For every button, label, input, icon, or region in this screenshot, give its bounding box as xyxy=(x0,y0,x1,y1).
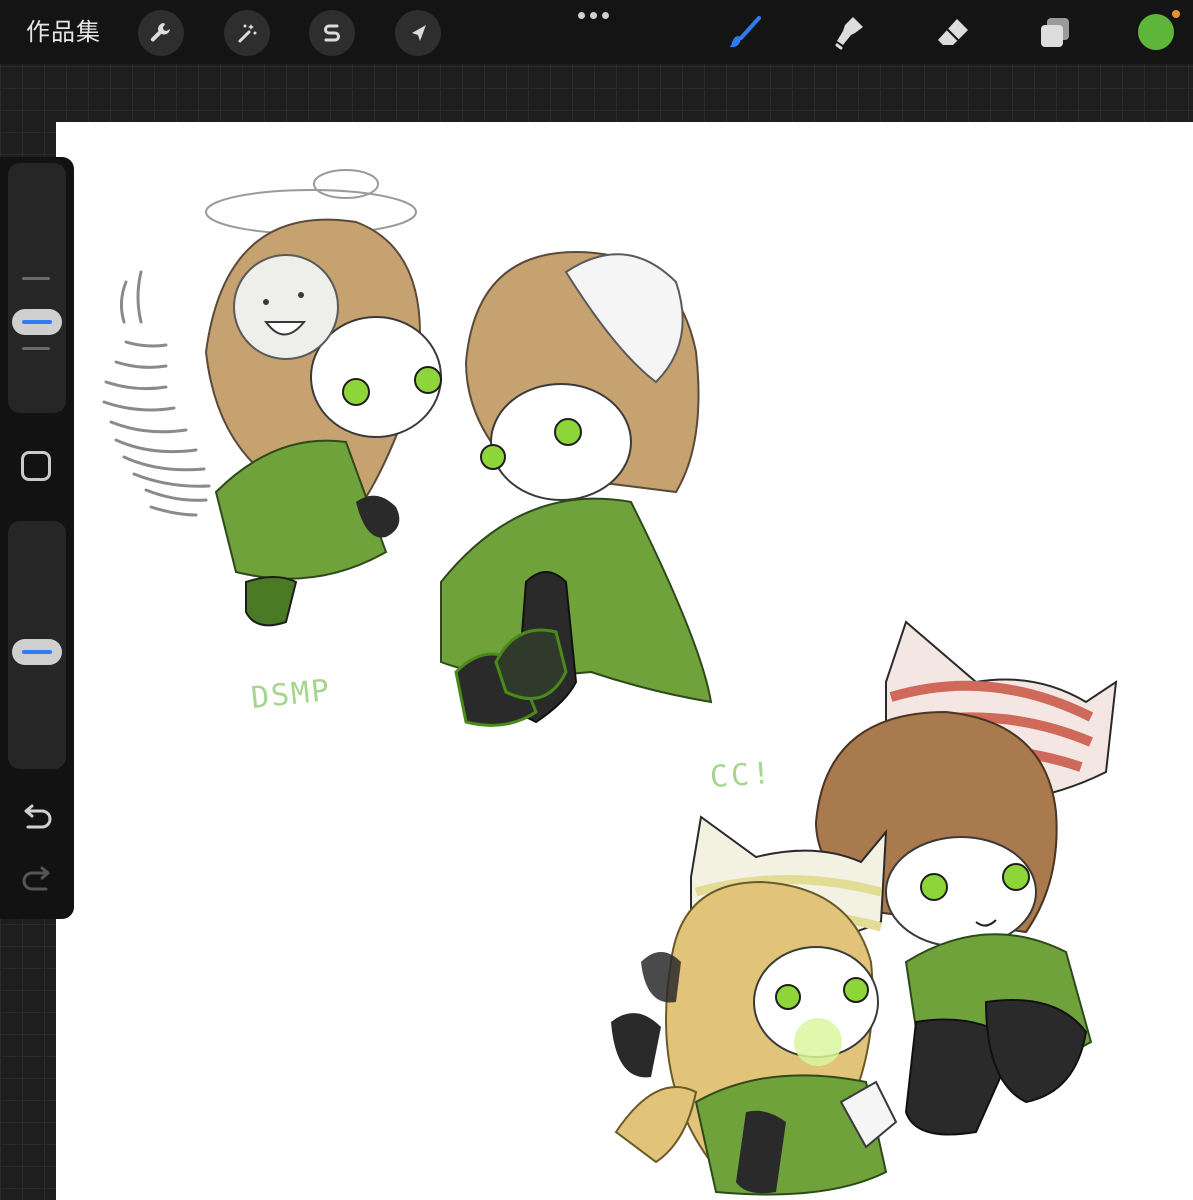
size-tick-bottom xyxy=(22,347,50,350)
layers-icon[interactable] xyxy=(1032,10,1078,56)
brush-opacity-slider[interactable] xyxy=(8,521,66,769)
color-swatch[interactable] xyxy=(1136,12,1176,52)
notification-dot xyxy=(1172,10,1180,18)
drawing-canvas[interactable]: DSMP CC! xyxy=(56,122,1193,1200)
magic-wand-icon[interactable] xyxy=(224,10,270,56)
eraser-icon[interactable] xyxy=(930,10,976,56)
gallery-button[interactable]: 作品集 xyxy=(26,16,101,48)
brush-size-slider[interactable] xyxy=(8,163,66,413)
chibi-drawing-artwork xyxy=(102,169,1118,1196)
redo-arrow-icon[interactable] xyxy=(20,865,54,899)
undo-arrow-icon[interactable] xyxy=(20,803,54,837)
arrow-cursor-icon[interactable] xyxy=(395,10,441,56)
opacity-slider-handle[interactable] xyxy=(12,639,62,665)
square-modify-icon[interactable] xyxy=(21,451,51,481)
brush-icon[interactable] xyxy=(722,10,768,56)
size-slider-handle[interactable] xyxy=(12,309,62,335)
wrench-icon[interactable] xyxy=(138,10,184,56)
selection-s-icon[interactable] xyxy=(309,10,355,56)
more-dots-icon[interactable] xyxy=(578,12,614,24)
cc-label: CC! xyxy=(708,755,775,796)
size-tick-top xyxy=(22,277,50,280)
smudge-icon[interactable] xyxy=(826,10,872,56)
left-sidebar xyxy=(0,157,74,919)
